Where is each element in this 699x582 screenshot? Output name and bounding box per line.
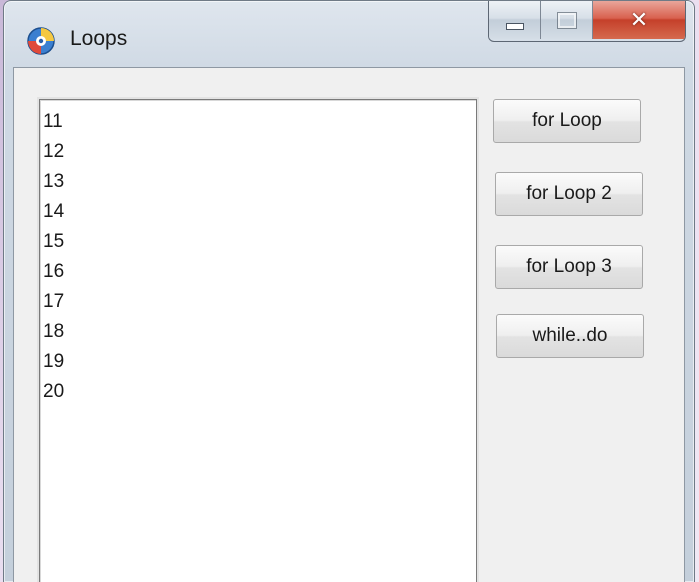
close-button[interactable]: ✕ xyxy=(593,1,685,39)
memo-line: 17 xyxy=(43,291,65,312)
output-memo[interactable]: 11 12 13 14 15 16 17 18 19 20 xyxy=(39,99,477,582)
memo-line: 13 xyxy=(43,171,65,192)
window-title: Loops xyxy=(70,27,128,50)
caption-buttons: ✕ xyxy=(488,1,686,42)
memo-line: 14 xyxy=(43,201,65,222)
while-do-button[interactable]: while..do xyxy=(496,314,644,358)
memo-line: 18 xyxy=(43,321,65,342)
for-loop-button[interactable]: for Loop xyxy=(493,99,641,143)
minimize-button[interactable] xyxy=(489,1,541,39)
maximize-button[interactable] xyxy=(541,1,593,39)
maximize-icon xyxy=(556,11,577,29)
memo-line: 15 xyxy=(43,231,65,252)
memo-line: 12 xyxy=(43,141,65,162)
form-client-area: 11 12 13 14 15 16 17 18 19 20 for Loop f… xyxy=(13,67,685,582)
app-icon xyxy=(27,27,55,55)
minimize-icon xyxy=(505,22,524,30)
title-bar[interactable]: Loops ✕ xyxy=(4,1,694,67)
memo-line: 16 xyxy=(43,261,65,282)
memo-line: 11 xyxy=(43,111,63,132)
memo-line: 19 xyxy=(43,351,65,372)
for-loop-2-button[interactable]: for Loop 2 xyxy=(495,172,643,216)
close-icon: ✕ xyxy=(629,7,649,33)
memo-line: 20 xyxy=(43,381,65,402)
main-window: Loops ✕ 11 12 13 14 15 16 17 18 19 20 fo… xyxy=(3,0,695,582)
for-loop-3-button[interactable]: for Loop 3 xyxy=(495,245,643,289)
